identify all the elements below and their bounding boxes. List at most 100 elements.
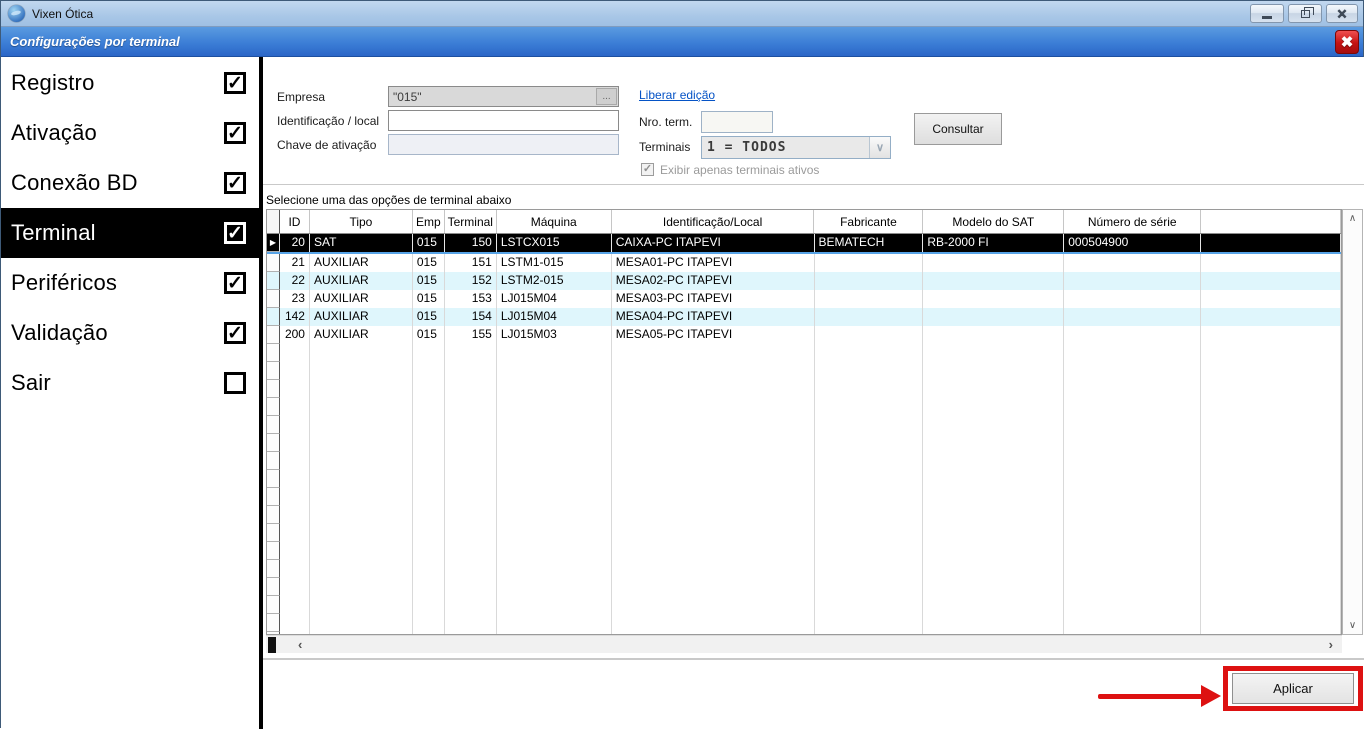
- table-row[interactable]: 23AUXILIAR015153LJ015M04MESA03-PC ITAPEV…: [267, 290, 1341, 308]
- table-cell[interactable]: BEMATECH: [815, 234, 924, 252]
- liberar-edicao-link[interactable]: Liberar edição: [639, 88, 715, 102]
- sidebar-item-checkbox[interactable]: ✓: [224, 122, 246, 144]
- table-cell[interactable]: 000504900: [1064, 234, 1201, 252]
- table-cell[interactable]: [1064, 290, 1201, 308]
- aplicar-button[interactable]: Aplicar: [1232, 673, 1354, 704]
- table-cell[interactable]: AUXILIAR: [310, 290, 413, 308]
- table-cell[interactable]: 20: [280, 234, 310, 252]
- table-cell[interactable]: MESA05-PC ITAPEVI: [612, 326, 815, 344]
- table-cell[interactable]: MESA03-PC ITAPEVI: [612, 290, 815, 308]
- grid-column-header[interactable]: Modelo do SAT: [923, 210, 1064, 233]
- table-cell[interactable]: [815, 254, 924, 272]
- table-cell[interactable]: [923, 272, 1064, 290]
- sidebar-item-terminal[interactable]: Terminal✓: [1, 208, 259, 258]
- hscroll-thumb[interactable]: [268, 637, 276, 653]
- table-cell[interactable]: 151: [445, 254, 497, 272]
- table-cell[interactable]: [815, 308, 924, 326]
- nro-term-input[interactable]: [701, 111, 773, 133]
- table-cell[interactable]: 22: [280, 272, 310, 290]
- table-cell[interactable]: 150: [445, 234, 497, 252]
- table-cell[interactable]: LSTCX015: [497, 234, 612, 252]
- table-cell[interactable]: AUXILIAR: [310, 326, 413, 344]
- grid-column-header[interactable]: Terminal: [445, 210, 497, 233]
- table-cell[interactable]: [1064, 272, 1201, 290]
- table-cell[interactable]: LJ015M04: [497, 308, 612, 326]
- chave-input[interactable]: [388, 134, 619, 155]
- table-cell[interactable]: [1201, 254, 1341, 272]
- table-cell[interactable]: [1064, 308, 1201, 326]
- table-cell[interactable]: 23: [280, 290, 310, 308]
- table-cell[interactable]: [815, 272, 924, 290]
- dialog-close-button[interactable]: ✖: [1335, 30, 1359, 54]
- grid-column-header[interactable]: Identificação/Local: [612, 210, 815, 233]
- sidebar-item-checkbox[interactable]: ✓: [224, 222, 246, 244]
- table-row[interactable]: 142AUXILIAR015154LJ015M04MESA04-PC ITAPE…: [267, 308, 1341, 326]
- table-cell[interactable]: AUXILIAR: [310, 254, 413, 272]
- table-cell[interactable]: [815, 326, 924, 344]
- grid-horizontal-scrollbar[interactable]: ‹ ›: [266, 635, 1342, 653]
- grid-column-header[interactable]: ID: [280, 210, 310, 233]
- grid-column-header[interactable]: Fabricante: [814, 210, 923, 233]
- sidebar-item-conex-o-bd[interactable]: Conexão BD✓: [1, 158, 259, 208]
- table-cell[interactable]: LSTM1-015: [497, 254, 612, 272]
- table-cell[interactable]: [1064, 254, 1201, 272]
- restore-button[interactable]: [1288, 4, 1322, 23]
- table-cell[interactable]: [1201, 290, 1341, 308]
- table-cell[interactable]: CAIXA-PC ITAPEVI: [612, 234, 815, 252]
- table-cell[interactable]: MESA02-PC ITAPEVI: [612, 272, 815, 290]
- grid-column-header[interactable]: Emp: [413, 210, 445, 233]
- grid-column-header[interactable]: Máquina: [497, 210, 612, 233]
- grid-vertical-scrollbar[interactable]: ∧ ∨: [1342, 209, 1363, 635]
- table-cell[interactable]: [1201, 308, 1341, 326]
- identificacao-input[interactable]: [388, 110, 619, 131]
- table-cell[interactable]: AUXILIAR: [310, 272, 413, 290]
- table-cell[interactable]: [923, 254, 1064, 272]
- grid-column-header[interactable]: Tipo: [310, 210, 413, 233]
- scroll-up-icon[interactable]: ∧: [1343, 210, 1362, 227]
- terminais-dropdown[interactable]: 1 = TODOS ∨: [701, 136, 891, 159]
- table-cell[interactable]: [1201, 234, 1341, 252]
- table-cell[interactable]: [815, 290, 924, 308]
- table-cell[interactable]: 015: [413, 234, 445, 252]
- grid-column-header[interactable]: [1201, 210, 1341, 233]
- close-button[interactable]: ❌︎: [1326, 4, 1358, 23]
- table-cell[interactable]: MESA04-PC ITAPEVI: [612, 308, 815, 326]
- sidebar-item-checkbox[interactable]: ✓: [224, 72, 246, 94]
- table-cell[interactable]: [1064, 326, 1201, 344]
- exibir-ativos-checkbox[interactable]: ✓: [641, 163, 654, 176]
- table-cell[interactable]: 154: [445, 308, 497, 326]
- scroll-left-icon[interactable]: ‹: [298, 637, 302, 652]
- table-row[interactable]: 21AUXILIAR015151LSTM1-015MESA01-PC ITAPE…: [267, 254, 1341, 272]
- empresa-browse-button[interactable]: ...: [596, 88, 617, 105]
- table-cell[interactable]: SAT: [310, 234, 413, 252]
- table-cell[interactable]: [1201, 272, 1341, 290]
- table-cell[interactable]: 200: [280, 326, 310, 344]
- table-cell[interactable]: 015: [413, 272, 445, 290]
- table-cell[interactable]: 155: [445, 326, 497, 344]
- minimize-button[interactable]: [1250, 4, 1284, 23]
- sidebar-item-perif-ricos[interactable]: Periféricos✓: [1, 258, 259, 308]
- table-cell[interactable]: AUXILIAR: [310, 308, 413, 326]
- table-cell[interactable]: 015: [413, 326, 445, 344]
- table-row[interactable]: ▶20SAT015150LSTCX015CAIXA-PC ITAPEVIBEMA…: [267, 234, 1341, 254]
- sidebar-item-checkbox[interactable]: ✓: [224, 172, 246, 194]
- scroll-down-icon[interactable]: ∨: [1343, 617, 1362, 634]
- table-row[interactable]: 200AUXILIAR015155LJ015M03MESA05-PC ITAPE…: [267, 326, 1341, 344]
- table-cell[interactable]: RB-2000 FI: [923, 234, 1064, 252]
- table-cell[interactable]: 152: [445, 272, 497, 290]
- table-cell[interactable]: LSTM2-015: [497, 272, 612, 290]
- terminal-grid[interactable]: IDTipoEmpTerminalMáquinaIdentificação/Lo…: [266, 209, 1342, 635]
- table-cell[interactable]: MESA01-PC ITAPEVI: [612, 254, 815, 272]
- sidebar-item-sair[interactable]: Sair: [1, 358, 259, 408]
- table-cell[interactable]: 015: [413, 308, 445, 326]
- sidebar-item-checkbox[interactable]: ✓: [224, 272, 246, 294]
- table-cell[interactable]: [923, 326, 1064, 344]
- table-cell[interactable]: [923, 308, 1064, 326]
- table-cell[interactable]: 015: [413, 254, 445, 272]
- scroll-right-icon[interactable]: ›: [1329, 637, 1333, 652]
- sidebar-item-registro[interactable]: Registro✓: [1, 58, 259, 108]
- sidebar-item-valida-o[interactable]: Validação✓: [1, 308, 259, 358]
- consultar-button[interactable]: Consultar: [914, 113, 1002, 145]
- table-row[interactable]: 22AUXILIAR015152LSTM2-015MESA02-PC ITAPE…: [267, 272, 1341, 290]
- table-cell[interactable]: 142: [280, 308, 310, 326]
